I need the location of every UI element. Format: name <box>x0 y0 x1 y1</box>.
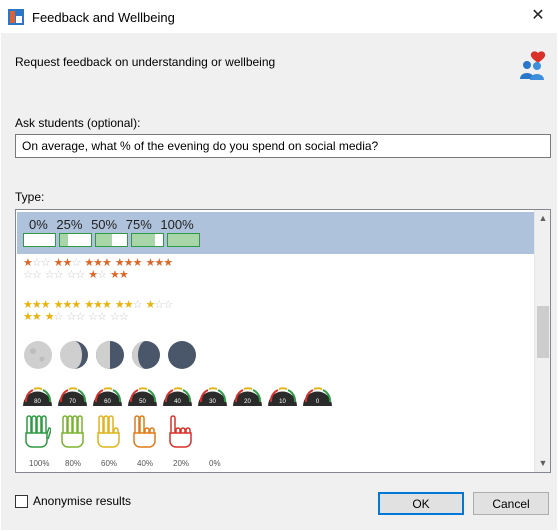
svg-text:60: 60 <box>104 399 111 405</box>
type-label: Type: <box>15 190 45 204</box>
orange-star-group: ★☆ <box>88 269 107 281</box>
gauge-icon: 70 <box>58 387 87 406</box>
title-bar: Feedback and Wellbeing ✕ <box>0 0 558 33</box>
svg-text:80: 80 <box>34 399 41 405</box>
svg-text:10: 10 <box>279 399 286 405</box>
percent-bar <box>131 233 164 247</box>
gauge-icon: 50 <box>128 387 157 406</box>
ask-students-input[interactable] <box>15 134 551 158</box>
gauge-icon: 10 <box>268 387 297 406</box>
gold-star-group: ★☆ <box>44 311 64 323</box>
hand-percent-label: 0% <box>209 459 221 468</box>
orange-star-group: ☆☆ <box>66 269 86 281</box>
gauge-icon: 80 <box>23 387 52 406</box>
hand-percent-label: 40% <box>137 459 154 468</box>
gold-star-group: ★☆☆ <box>145 299 174 311</box>
orange-star-group: ★☆☆ <box>23 257 51 269</box>
dialog-description: Request feedback on understanding or wel… <box>15 55 276 69</box>
app-icon <box>8 9 24 25</box>
percent-label: 25% <box>56 217 83 232</box>
percent-label: 0% <box>29 217 48 232</box>
hand-2-fingers-icon <box>133 415 156 448</box>
orange-star-group: ★★ <box>110 269 129 281</box>
ok-button[interactable]: OK <box>378 492 464 515</box>
orange-star-group: ☆☆ <box>44 269 64 281</box>
svg-text:50: 50 <box>139 399 146 405</box>
svg-text:70: 70 <box>69 399 76 405</box>
percent-label: 75% <box>125 217 152 232</box>
scroll-up-icon[interactable]: ▲ <box>535 210 550 227</box>
percent-label: 100% <box>160 217 194 232</box>
type-list[interactable]: 0% 25% 50% 75% 100% ★☆☆ ★★☆ ★★★ ★★★ ★★★ ☆☆ ☆☆… <box>15 209 551 473</box>
percent-bar-fill <box>60 234 68 246</box>
svg-text:20: 20 <box>244 399 251 405</box>
scrollbar-thumb[interactable] <box>537 306 549 358</box>
percent-bar-fill <box>132 234 156 246</box>
gold-star-group: ☆☆ <box>66 311 86 323</box>
gold-star-group: ☆☆ <box>110 311 129 323</box>
gold-stars-row: ★★★ ★★★ ★★★ ★★☆ ★☆☆ <box>23 300 176 311</box>
gauge-icon: 30 <box>198 387 227 406</box>
orange-star-group: ★★★ <box>114 257 143 269</box>
feedback-people-icon <box>520 51 546 80</box>
gold-star-group: ☆☆ <box>88 311 107 323</box>
gauge-icon: 20 <box>233 387 262 406</box>
percent-bar-fill <box>168 234 199 246</box>
orange-star-group: ★★★ <box>84 257 112 269</box>
hand-4-fingers-icon <box>61 415 84 448</box>
type-option-gold-stars[interactable]: ★★★ ★★★ ★★★ ★★☆ ★☆☆ ★★ ★☆ ☆☆ ☆☆ ☆☆ <box>17 298 535 334</box>
percent-labels: 0% 25% 50% 75% 100% <box>29 217 199 232</box>
hand-percent-label: 60% <box>101 459 118 468</box>
gold-stars-row: ★★ ★☆ ☆☆ ☆☆ ☆☆ <box>23 312 132 323</box>
moon-waning-crescent-icon <box>132 341 160 369</box>
percent-bar <box>23 233 56 247</box>
percent-bar <box>167 233 200 247</box>
svg-text:40: 40 <box>174 399 181 405</box>
cancel-button[interactable]: Cancel <box>473 492 549 515</box>
percent-bar <box>95 233 128 247</box>
moon-full-icon <box>24 341 52 369</box>
gold-star-group: ★★★ <box>23 299 51 311</box>
percent-bar-fill <box>96 234 112 246</box>
window-title: Feedback and Wellbeing <box>32 10 175 25</box>
gauge-icon: 60 <box>93 387 122 406</box>
gold-star-group: ★★★ <box>53 299 82 311</box>
orange-star-group: ★★☆ <box>53 257 82 269</box>
anonymise-checkbox[interactable] <box>15 495 28 508</box>
type-option-hands[interactable]: 100% 80% 60% 40% 20% 0% <box>17 414 535 468</box>
anonymise-label: Anonymise results <box>33 494 132 508</box>
orange-stars-row: ☆☆ ☆☆ ☆☆ ★☆ ★★ <box>23 270 132 281</box>
gold-star-group: ★★★ <box>84 299 112 311</box>
orange-stars-row: ★☆☆ ★★☆ ★★★ ★★★ ★★★ <box>23 258 176 269</box>
close-button[interactable]: ✕ <box>525 5 551 27</box>
moon-waning-gibbous-icon <box>60 341 88 369</box>
type-option-gauges[interactable]: 80 70 60 50 40 30 20 10 0 <box>17 376 535 410</box>
moon-new-icon <box>168 341 196 369</box>
gauge-icon: 0 <box>303 387 332 406</box>
list-scrollbar[interactable]: ▲ ▼ <box>534 210 550 472</box>
type-option-moon-phases[interactable] <box>17 338 535 372</box>
orange-star-group: ☆☆ <box>23 269 42 281</box>
hand-5-fingers-icon <box>25 415 51 448</box>
hand-percent-label: 20% <box>173 459 190 468</box>
hand-percent-label: 80% <box>65 459 82 468</box>
hand-percent-label: 100% <box>29 459 50 468</box>
type-option-orange-stars[interactable]: ★☆☆ ★★☆ ★★★ ★★★ ★★★ ☆☆ ☆☆ ☆☆ ★☆ ★★ <box>17 256 535 290</box>
ask-students-label: Ask students (optional): <box>15 116 141 130</box>
hand-3-fingers-icon <box>97 415 120 448</box>
gauge-icon: 40 <box>163 387 192 406</box>
percent-bar <box>59 233 92 247</box>
type-option-percent-bars[interactable]: 0% 25% 50% 75% 100% <box>17 212 535 254</box>
gold-star-group: ★★☆ <box>114 299 143 311</box>
gold-star-group: ★★ <box>23 311 42 323</box>
scroll-down-icon[interactable]: ▼ <box>535 455 550 472</box>
hand-1-fingers-icon <box>169 415 192 448</box>
orange-star-group: ★★★ <box>145 257 174 269</box>
percent-label: 50% <box>91 217 118 232</box>
svg-text:30: 30 <box>209 399 216 405</box>
moon-half-icon <box>96 341 124 369</box>
